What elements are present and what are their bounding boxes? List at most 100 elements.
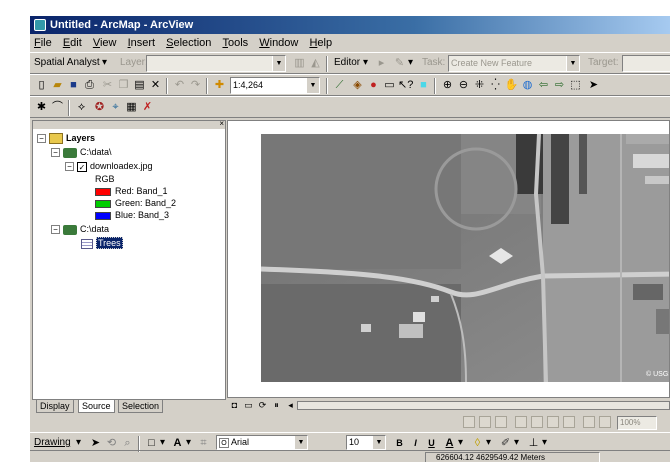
- drawing-dropdown-icon[interactable]: ▾: [76, 437, 81, 448]
- spatial-analyst-menu[interactable]: Spatial Analyst: [34, 57, 100, 68]
- command-line-icon[interactable]: ▭: [382, 78, 397, 93]
- menu-insert[interactable]: Insert: [124, 34, 160, 52]
- identify-route-icon[interactable]: ✱: [34, 100, 49, 115]
- sketch-dropdown-icon[interactable]: ▾: [408, 57, 413, 68]
- layer-select[interactable]: ▼: [146, 55, 286, 72]
- layer-visibility-checkbox[interactable]: ✓: [77, 161, 87, 172]
- chevron-down-icon[interactable]: ▼: [372, 436, 385, 449]
- red-swatch[interactable]: [95, 187, 111, 196]
- pan-layout-icon[interactable]: [495, 416, 507, 428]
- hyperlink-icon[interactable]: ⟡: [74, 100, 89, 115]
- menu-view[interactable]: View: [89, 34, 121, 52]
- task-select[interactable]: Create New Feature ▼: [448, 55, 580, 72]
- collapse-icon[interactable]: −: [65, 162, 74, 172]
- menu-file[interactable]: File: [30, 34, 56, 52]
- tab-source[interactable]: Source: [78, 400, 115, 413]
- fill-color-dropdown-icon[interactable]: ▾: [486, 437, 491, 448]
- forward-extent-icon[interactable]: ⇨: [552, 78, 567, 93]
- toc-row-group1[interactable]: − C:\data\: [51, 147, 112, 158]
- toc-row-layers[interactable]: − Layers: [37, 133, 95, 145]
- collapse-icon[interactable]: −: [51, 225, 60, 235]
- back-extent-icon[interactable]: ⇦: [536, 78, 551, 93]
- rectangle-dropdown-icon[interactable]: ▾: [160, 437, 165, 448]
- green-swatch[interactable]: [95, 199, 111, 208]
- add-data-icon[interactable]: ✚: [212, 78, 227, 93]
- underline-button[interactable]: U: [424, 436, 439, 451]
- arctoolbox-icon[interactable]: ◈: [350, 78, 365, 93]
- font-color-dropdown-icon[interactable]: ▾: [458, 437, 463, 448]
- chevron-down-icon[interactable]: ▼: [294, 436, 307, 449]
- toc-row-layer2[interactable]: Trees: [81, 237, 123, 249]
- fixed-zoom-in-icon[interactable]: ⁜: [472, 78, 487, 93]
- histogram-icon[interactable]: ▥: [292, 56, 307, 71]
- open-folder-icon[interactable]: ▰: [50, 78, 65, 93]
- italic-button[interactable]: I: [408, 436, 423, 451]
- fixed-zoom-out-layout-icon[interactable]: [547, 416, 559, 428]
- text-tool-icon[interactable]: A: [170, 436, 185, 451]
- zoom-to-selected-icon[interactable]: ⌕: [120, 436, 135, 451]
- chevron-down-icon[interactable]: ▼: [272, 56, 285, 71]
- zoom-in-icon[interactable]: ⊕: [440, 78, 455, 93]
- edit-vertices-icon[interactable]: ⌗: [196, 436, 211, 451]
- map-view[interactable]: © USGS: [227, 120, 670, 398]
- toc-row-group2[interactable]: − C:\data: [51, 224, 109, 235]
- zoom-out-layout-icon[interactable]: [479, 416, 491, 428]
- close-icon[interactable]: ×: [219, 120, 224, 128]
- marker-color-icon[interactable]: ⊥: [526, 436, 541, 451]
- model-builder-icon[interactable]: ■: [416, 78, 431, 93]
- collapse-icon[interactable]: −: [51, 148, 60, 158]
- fixed-zoom-out-icon[interactable]: ⁛: [488, 78, 503, 93]
- undo-icon[interactable]: ↶: [172, 78, 187, 93]
- refresh-icon[interactable]: ⟳: [255, 398, 270, 413]
- forward-layout-icon[interactable]: [583, 416, 595, 428]
- spatial-analyst-dropdown-icon[interactable]: ▾: [102, 57, 107, 68]
- menu-tools[interactable]: Tools: [218, 34, 252, 52]
- select-features-icon[interactable]: ⬚: [568, 78, 583, 93]
- layout-view-icon[interactable]: ▭: [241, 398, 256, 413]
- toc-row-layer1[interactable]: − ✓ downloadex.jpg: [65, 161, 153, 172]
- paste-icon[interactable]: ▤: [132, 78, 147, 93]
- line-color-icon[interactable]: ✐: [498, 436, 513, 451]
- zoom-whole-page-icon[interactable]: [515, 416, 527, 428]
- edit-pointer-icon[interactable]: ▸: [374, 56, 389, 71]
- chevron-down-icon[interactable]: ▼: [306, 78, 319, 93]
- redo-icon[interactable]: ↷: [188, 78, 203, 93]
- copy-icon[interactable]: ❐: [116, 78, 131, 93]
- contour-icon[interactable]: ◭: [308, 56, 323, 71]
- text-dropdown-icon[interactable]: ▾: [186, 437, 191, 448]
- blue-swatch[interactable]: [95, 211, 111, 220]
- horizontal-scrollbar[interactable]: [297, 401, 670, 410]
- zoom-100-icon[interactable]: [599, 416, 611, 428]
- map-scale-input[interactable]: 1:4,264 ▼: [230, 77, 320, 94]
- menu-help[interactable]: Help: [305, 34, 336, 52]
- fixed-zoom-in-layout-icon[interactable]: [531, 416, 543, 428]
- pause-drawing-icon[interactable]: ⏸: [269, 398, 284, 413]
- full-extent-icon[interactable]: ◍: [520, 78, 535, 93]
- layout-zoom-select[interactable]: 100%: [617, 416, 657, 430]
- select-elements-icon[interactable]: ➤: [586, 78, 601, 93]
- chevron-down-icon[interactable]: ▼: [566, 56, 579, 71]
- arccatalog-icon[interactable]: ●: [366, 78, 381, 93]
- marker-color-dropdown-icon[interactable]: ▾: [542, 437, 547, 448]
- time-slider-icon[interactable]: ▦: [124, 100, 139, 115]
- menu-selection[interactable]: Selection: [162, 34, 215, 52]
- find-route-icon[interactable]: ✗: [140, 100, 155, 115]
- font-size-select[interactable]: 10 ▼: [346, 435, 386, 450]
- drawing-menu[interactable]: Drawing: [34, 437, 71, 448]
- rectangle-icon[interactable]: □: [144, 436, 159, 451]
- menu-edit[interactable]: Edit: [59, 34, 86, 52]
- rotate-icon[interactable]: ⟲: [104, 436, 119, 451]
- bold-button[interactable]: B: [392, 436, 407, 451]
- scroll-left-icon[interactable]: ◂: [283, 398, 298, 413]
- select-elements-icon[interactable]: ➤: [88, 436, 103, 451]
- sketch-tool-icon[interactable]: ✎: [392, 56, 407, 71]
- go-to-xy-icon[interactable]: ⌖: [108, 100, 123, 115]
- print-icon[interactable]: ⎙: [82, 78, 97, 93]
- collapse-icon[interactable]: −: [37, 134, 46, 144]
- find-icon[interactable]: ✪: [92, 100, 107, 115]
- measure-icon[interactable]: ⌒: [50, 100, 65, 115]
- font-color-icon[interactable]: A: [442, 436, 457, 451]
- menu-window[interactable]: Window: [255, 34, 302, 52]
- cut-icon[interactable]: ✂: [100, 78, 115, 93]
- zoom-out-icon[interactable]: ⊖: [456, 78, 471, 93]
